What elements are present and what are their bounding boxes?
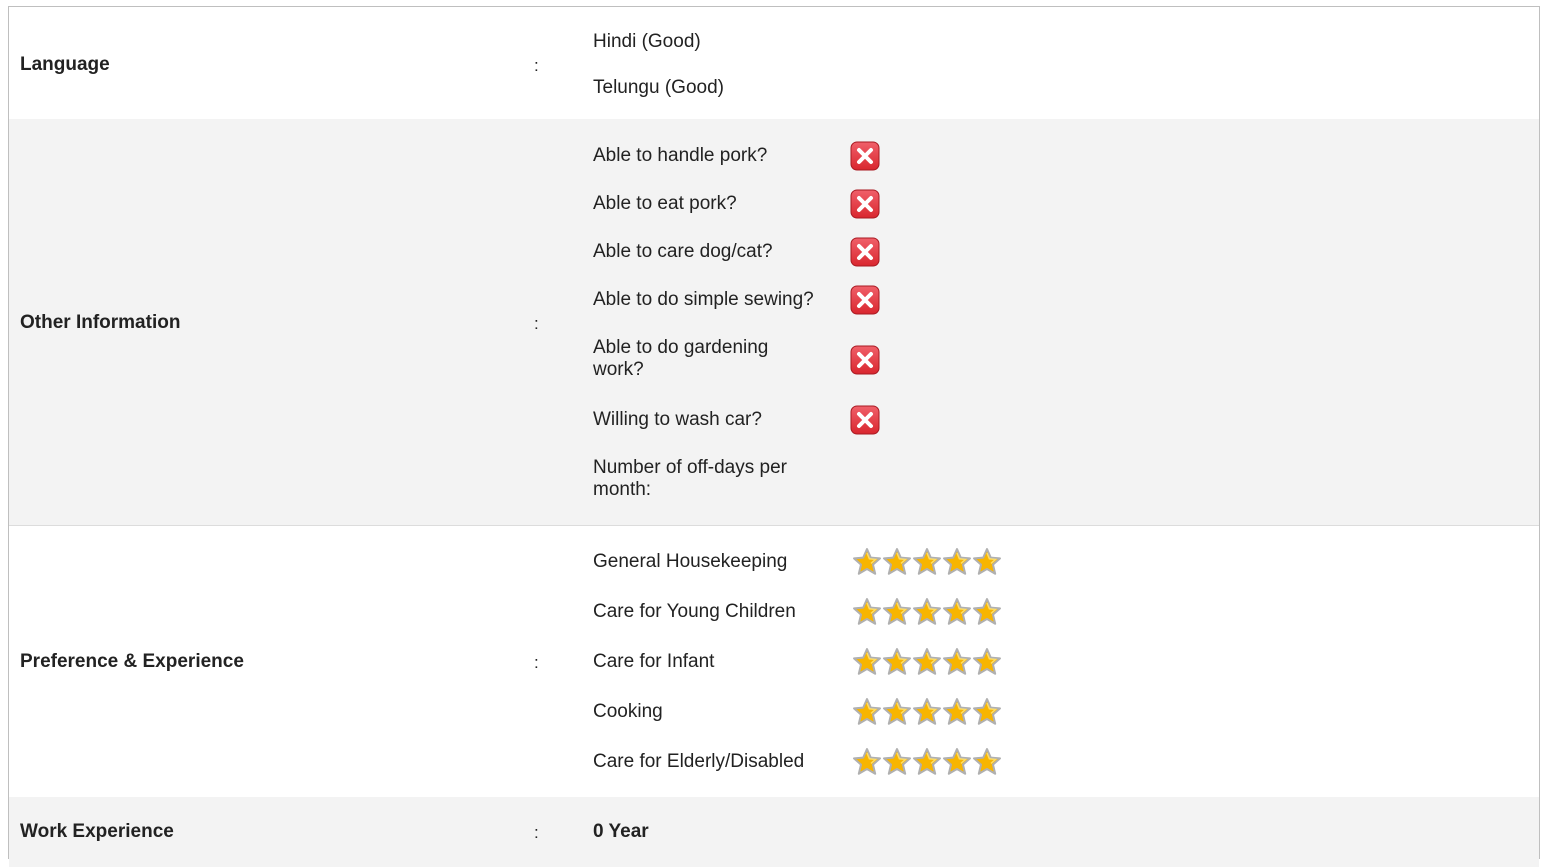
preference-row: Preference & Experience : General Housek… xyxy=(9,525,1539,798)
star-icon xyxy=(882,547,912,577)
offdays-label: Number of off-days per month: xyxy=(593,457,787,500)
star-icon xyxy=(972,547,1002,577)
star-icon xyxy=(972,747,1002,777)
star-icon xyxy=(972,597,1002,627)
star-icon xyxy=(912,547,942,577)
star-icon xyxy=(912,697,942,727)
star-icon xyxy=(942,647,972,677)
colon: : xyxy=(534,56,539,75)
star-icon xyxy=(942,597,972,627)
question-text: Able to eat pork? xyxy=(593,193,737,214)
skill-name: Care for Elderly/Disabled xyxy=(593,751,805,772)
profile-details-table: Language : Hindi (Good) Telungu (Good) O… xyxy=(8,6,1540,867)
star-rating xyxy=(852,547,1002,577)
other-info-row: Other Information : Able to handle pork?… xyxy=(9,119,1539,526)
other-info-label: Other Information xyxy=(20,312,181,333)
star-icon xyxy=(912,597,942,627)
star-icon xyxy=(882,647,912,677)
star-icon xyxy=(882,697,912,727)
colon: : xyxy=(534,823,539,842)
star-rating xyxy=(852,697,1002,727)
question-text: Able to do simple sewing? xyxy=(593,289,814,310)
skill-name: Care for Infant xyxy=(593,651,715,672)
work-experience-label: Work Experience xyxy=(20,821,174,842)
question-text: Able to do gardening work? xyxy=(593,337,769,380)
star-icon xyxy=(852,647,882,677)
star-icon xyxy=(942,547,972,577)
skill-name: General Housekeeping xyxy=(593,551,788,572)
x-icon xyxy=(850,285,880,315)
language-value: Hindi (Good) xyxy=(593,31,701,52)
star-icon xyxy=(972,697,1002,727)
x-icon xyxy=(850,405,880,435)
star-rating xyxy=(852,747,1002,777)
x-icon xyxy=(850,141,880,171)
language-value: Telungu (Good) xyxy=(593,77,724,98)
question-text: Able to handle pork? xyxy=(593,145,768,166)
star-icon xyxy=(882,747,912,777)
star-rating xyxy=(852,647,1002,677)
x-icon xyxy=(850,345,880,375)
work-experience-row: Work Experience : 0 Year xyxy=(9,797,1539,867)
skill-name: Cooking xyxy=(593,701,663,722)
colon: : xyxy=(534,653,539,672)
x-icon xyxy=(850,237,880,267)
preference-label: Preference & Experience xyxy=(20,651,244,672)
star-icon xyxy=(852,547,882,577)
star-icon xyxy=(942,697,972,727)
star-icon xyxy=(852,697,882,727)
work-experience-value: 0 Year xyxy=(593,821,649,842)
star-icon xyxy=(852,747,882,777)
language-label: Language xyxy=(20,54,110,75)
question-text: Able to care dog/cat? xyxy=(593,241,773,262)
star-icon xyxy=(942,747,972,777)
language-row: Language : Hindi (Good) Telungu (Good) xyxy=(9,7,1539,120)
star-rating xyxy=(852,597,1002,627)
x-icon xyxy=(850,189,880,219)
star-icon xyxy=(912,747,942,777)
star-icon xyxy=(882,597,912,627)
question-text: Willing to wash car? xyxy=(593,409,762,430)
skill-name: Care for Young Children xyxy=(593,601,796,622)
star-icon xyxy=(912,647,942,677)
star-icon xyxy=(972,647,1002,677)
colon: : xyxy=(534,314,539,333)
star-icon xyxy=(852,597,882,627)
